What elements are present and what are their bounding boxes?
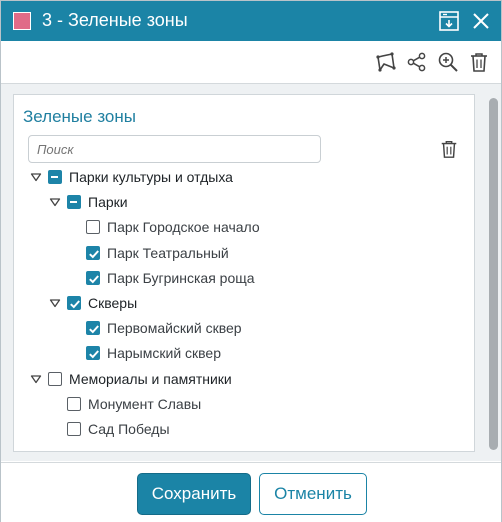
tree-checkbox[interactable]	[67, 397, 81, 411]
search-input[interactable]	[28, 135, 321, 163]
tree-checkbox[interactable]	[86, 220, 100, 234]
expand-toggle-icon[interactable]	[30, 171, 42, 183]
tree-checkbox[interactable]	[86, 346, 100, 360]
toolbar	[1, 41, 501, 84]
expand-toggle-icon[interactable]	[49, 196, 61, 208]
dialog-footer: Сохранить Отменить	[1, 462, 501, 522]
tree-node[interactable]: Парки культуры и отдыха	[30, 166, 233, 188]
titlebar: 3 - Зеленые зоны	[1, 1, 501, 41]
tree-node[interactable]: Парк Бугринская роща	[86, 267, 255, 289]
layer-color-swatch[interactable]	[13, 12, 31, 30]
tree-node[interactable]: Парк Городское начало	[86, 216, 260, 238]
tree-checkbox[interactable]	[48, 170, 62, 184]
save-button[interactable]: Сохранить	[137, 473, 251, 515]
tree-checkbox[interactable]	[67, 296, 81, 310]
tree-node-label: Парк Театральный	[107, 245, 229, 261]
tree-checkbox[interactable]	[48, 372, 62, 386]
dock-window-icon[interactable]	[437, 9, 461, 33]
tree-node[interactable]: Монумент Славы	[67, 393, 201, 415]
trash-icon[interactable]	[439, 139, 459, 159]
tree-node[interactable]: Скверы	[49, 292, 137, 314]
zoom-in-icon[interactable]	[437, 51, 459, 73]
tree-node[interactable]: Сад Победы	[67, 418, 170, 440]
trash-icon[interactable]	[468, 51, 490, 73]
tree-node[interactable]: Нарымский сквер	[86, 342, 221, 364]
tree-node-label: Нарымский сквер	[107, 345, 222, 361]
tree-node[interactable]: Парки	[49, 191, 128, 213]
cancel-button[interactable]: Отменить	[259, 473, 367, 515]
tree-checkbox[interactable]	[67, 422, 81, 436]
layer-dialog: 3 - Зеленые зоны Зеленые зоны Поиск Парк…	[0, 0, 502, 522]
tree-node[interactable]: Мемориалы и памятники	[30, 368, 232, 390]
expand-toggle-icon[interactable]	[30, 373, 42, 385]
tree-node-label: Парк Городское начало	[107, 219, 260, 235]
tree-node[interactable]: Парк Театральный	[86, 242, 229, 264]
polygon-select-icon[interactable]	[375, 51, 397, 73]
tree-node-label: Парки	[88, 194, 128, 210]
layer-tree-panel: Зеленые зоны Парки культуры и отдыха Парк…	[13, 94, 475, 452]
tree-node-label: Парки культуры и отдыха	[69, 169, 233, 185]
tree-node[interactable]: Первомайский сквер	[86, 317, 242, 339]
tree-node-label: Монумент Славы	[88, 396, 202, 412]
tree-checkbox[interactable]	[86, 246, 100, 260]
scrollbar-thumb[interactable]	[489, 98, 498, 450]
panel-title: Зеленые зоны	[23, 107, 136, 126]
tree-node-label: Первомайский сквер	[107, 320, 242, 336]
tree-node-label: Скверы	[88, 295, 138, 311]
tree-checkbox[interactable]	[86, 321, 100, 335]
tree-checkbox[interactable]	[86, 271, 100, 285]
content-scroll-area[interactable]: Зеленые зоны Парки культуры и отдыха Парк…	[1, 84, 501, 461]
tree-node-label: Мемориалы и памятники	[69, 371, 232, 387]
close-icon[interactable]	[469, 9, 493, 33]
tree-node-label: Парк Бугринская роща	[107, 270, 255, 286]
expand-toggle-icon[interactable]	[49, 297, 61, 309]
window-title: 3 - Зеленые зоны	[42, 10, 188, 30]
tree-node-label: Сад Победы	[88, 421, 170, 437]
tree-checkbox[interactable]	[67, 195, 81, 209]
share-icon[interactable]	[406, 51, 428, 73]
